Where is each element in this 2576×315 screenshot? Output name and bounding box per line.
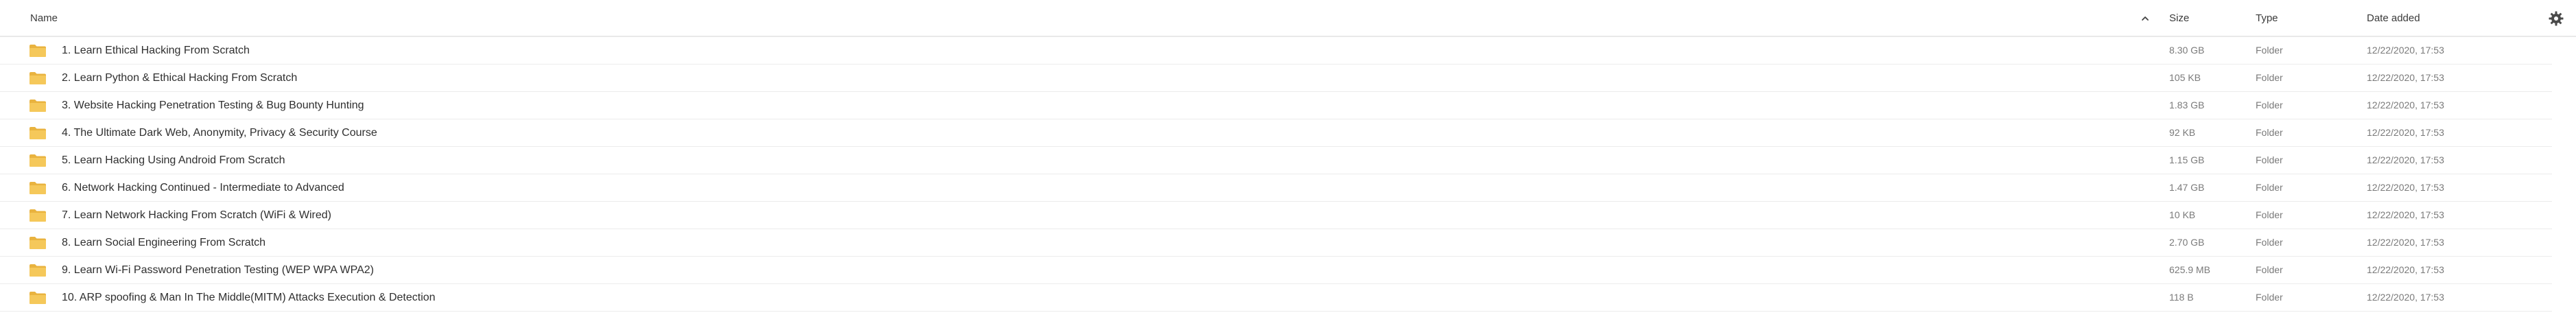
folder-icon xyxy=(29,127,46,139)
file-type: Folder xyxy=(2256,264,2283,275)
file-size: 2.70 GB xyxy=(2169,237,2205,248)
file-size: 105 KB xyxy=(2169,72,2201,83)
file-type: Folder xyxy=(2256,209,2283,220)
table-row[interactable]: 1. Learn Ethical Hacking From Scratch 8.… xyxy=(0,37,2552,65)
table-row[interactable]: 2. Learn Python & Ethical Hacking From S… xyxy=(0,65,2552,92)
file-type: Folder xyxy=(2256,72,2283,83)
file-type: Folder xyxy=(2256,182,2283,193)
column-header-name[interactable]: Name xyxy=(30,0,58,37)
table-row[interactable]: 8. Learn Social Engineering From Scratch… xyxy=(0,229,2552,257)
file-date-added: 12/22/2020, 17:53 xyxy=(2367,237,2444,248)
file-name[interactable]: 4. The Ultimate Dark Web, Anonymity, Pri… xyxy=(62,119,377,146)
file-size: 625.9 MB xyxy=(2169,264,2210,275)
column-header-date-added[interactable]: Date added xyxy=(2367,0,2420,37)
table-row[interactable]: 7. Learn Network Hacking From Scratch (W… xyxy=(0,202,2552,229)
file-name[interactable]: 7. Learn Network Hacking From Scratch (W… xyxy=(62,202,331,229)
file-size: 1.83 GB xyxy=(2169,100,2205,110)
file-date-added: 12/22/2020, 17:53 xyxy=(2367,100,2444,110)
file-date-added: 12/22/2020, 17:53 xyxy=(2367,45,2444,56)
file-name[interactable]: 5. Learn Hacking Using Android From Scra… xyxy=(62,147,285,174)
file-name[interactable]: 8. Learn Social Engineering From Scratch xyxy=(62,229,265,256)
file-name[interactable]: 10. ARP spoofing & Man In The Middle(MIT… xyxy=(62,284,436,311)
table-row[interactable]: 3. Website Hacking Penetration Testing &… xyxy=(0,92,2552,119)
file-type: Folder xyxy=(2256,127,2283,138)
table-row[interactable]: 6. Network Hacking Continued - Intermedi… xyxy=(0,174,2552,202)
folder-icon xyxy=(29,100,46,112)
file-type: Folder xyxy=(2256,100,2283,110)
file-size: 8.30 GB xyxy=(2169,45,2205,56)
column-header-size[interactable]: Size xyxy=(2169,0,2189,37)
table-row[interactable]: 9. Learn Wi-Fi Password Penetration Test… xyxy=(0,257,2552,284)
folder-icon xyxy=(29,292,46,304)
table-row[interactable]: 5. Learn Hacking Using Android From Scra… xyxy=(0,147,2552,174)
table-header: Name Size Type Date added xyxy=(0,0,2576,37)
gear-icon[interactable] xyxy=(2548,10,2564,27)
file-name[interactable]: 2. Learn Python & Ethical Hacking From S… xyxy=(62,65,297,91)
folder-icon xyxy=(29,154,46,167)
file-list: 1. Learn Ethical Hacking From Scratch 8.… xyxy=(0,37,2576,312)
file-size: 92 KB xyxy=(2169,127,2196,138)
file-type: Folder xyxy=(2256,154,2283,165)
file-date-added: 12/22/2020, 17:53 xyxy=(2367,127,2444,138)
file-size: 10 KB xyxy=(2169,209,2196,220)
chevron-up-icon[interactable] xyxy=(2140,14,2150,23)
column-header-type[interactable]: Type xyxy=(2256,0,2278,37)
file-date-added: 12/22/2020, 17:53 xyxy=(2367,292,2444,303)
file-size: 1.15 GB xyxy=(2169,154,2205,165)
file-date-added: 12/22/2020, 17:53 xyxy=(2367,154,2444,165)
file-type: Folder xyxy=(2256,45,2283,56)
file-type: Folder xyxy=(2256,237,2283,248)
file-date-added: 12/22/2020, 17:53 xyxy=(2367,182,2444,193)
file-name[interactable]: 1. Learn Ethical Hacking From Scratch xyxy=(62,37,250,64)
file-name[interactable]: 6. Network Hacking Continued - Intermedi… xyxy=(62,174,344,201)
table-row[interactable]: 4. The Ultimate Dark Web, Anonymity, Pri… xyxy=(0,119,2552,147)
file-name[interactable]: 3. Website Hacking Penetration Testing &… xyxy=(62,92,364,119)
folder-icon xyxy=(29,209,46,222)
folder-icon xyxy=(29,237,46,249)
file-type: Folder xyxy=(2256,292,2283,303)
file-name[interactable]: 9. Learn Wi-Fi Password Penetration Test… xyxy=(62,257,374,283)
folder-icon xyxy=(29,264,46,277)
table-row[interactable]: 10. ARP spoofing & Man In The Middle(MIT… xyxy=(0,284,2552,312)
file-size: 118 B xyxy=(2169,292,2194,303)
file-date-added: 12/22/2020, 17:53 xyxy=(2367,264,2444,275)
folder-icon xyxy=(29,182,46,194)
file-size: 1.47 GB xyxy=(2169,182,2205,193)
file-date-added: 12/22/2020, 17:53 xyxy=(2367,72,2444,83)
file-list-table: Name Size Type Date added 1. Learn Ethic… xyxy=(0,0,2576,315)
folder-icon xyxy=(29,45,46,57)
file-date-added: 12/22/2020, 17:53 xyxy=(2367,209,2444,220)
folder-icon xyxy=(29,72,46,84)
